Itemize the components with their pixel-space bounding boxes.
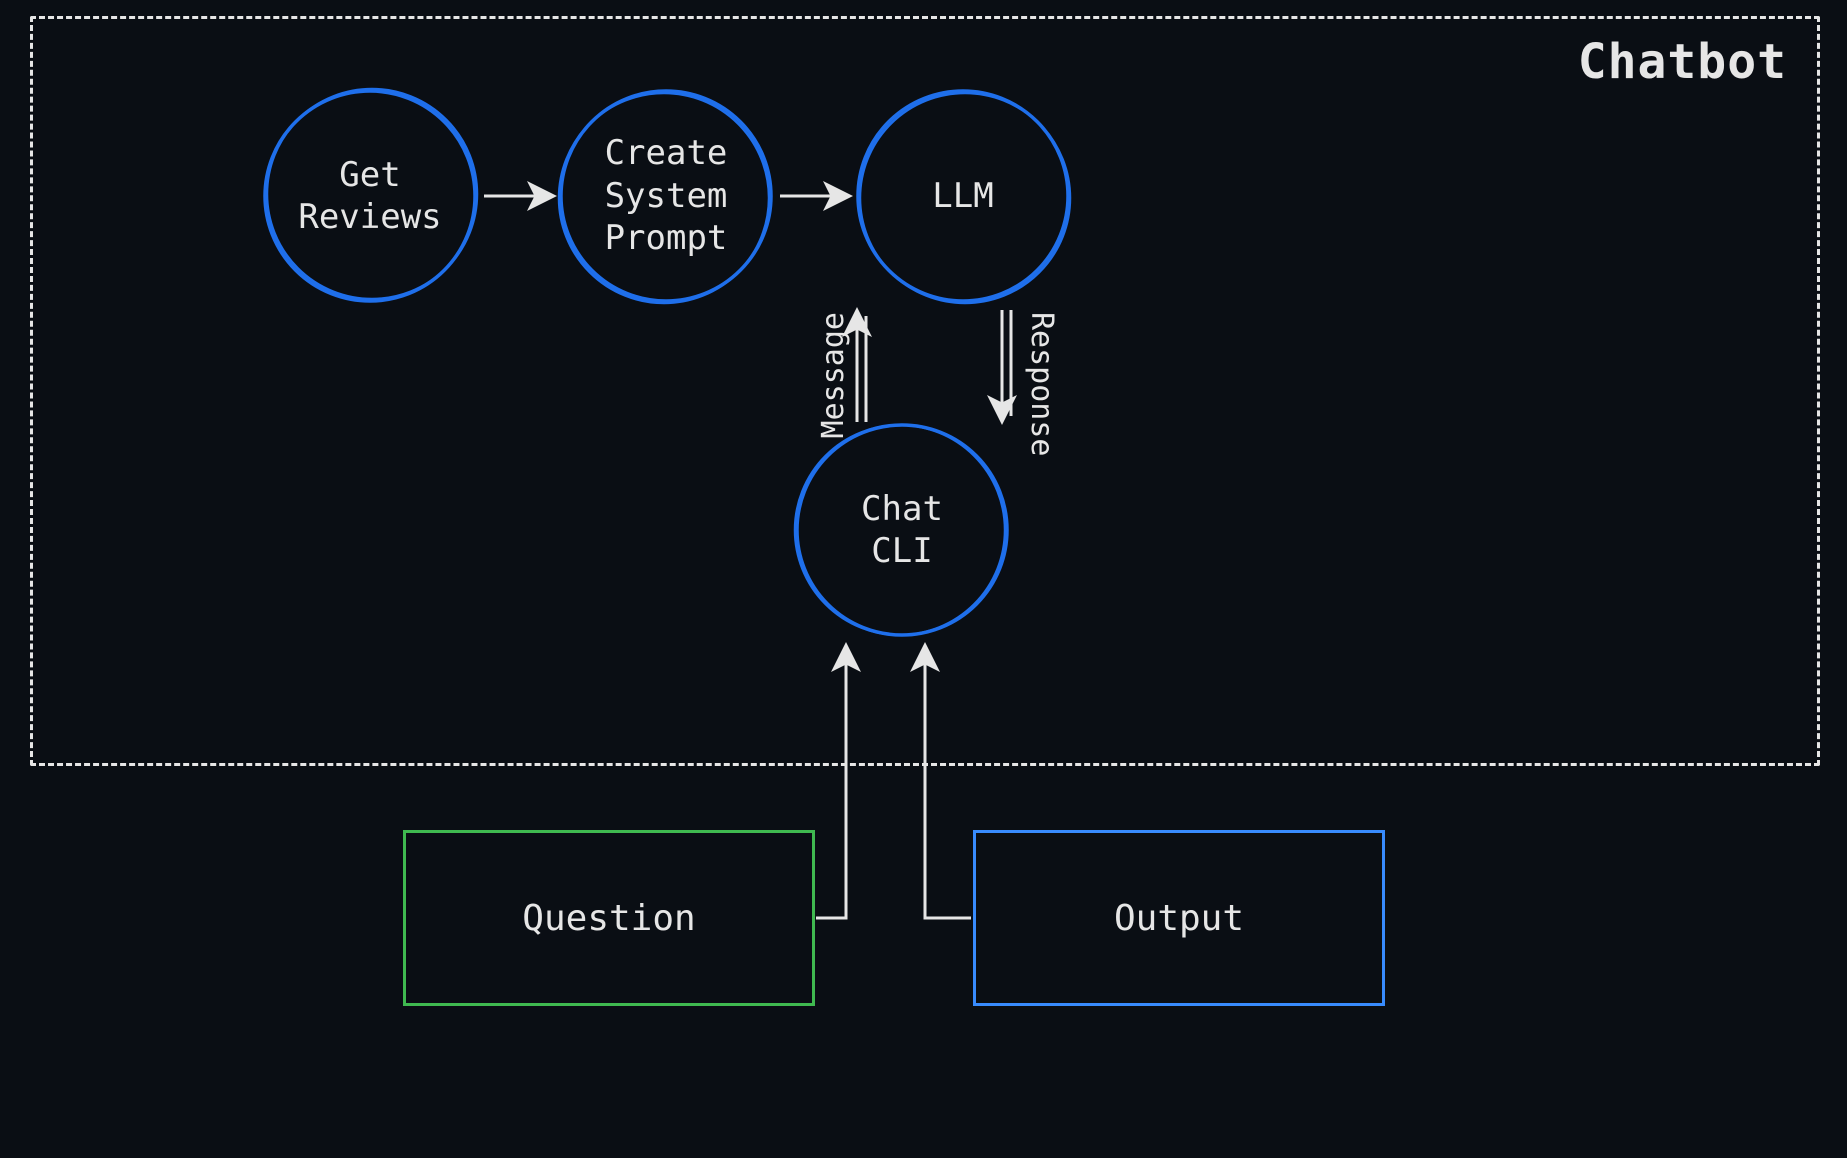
box-label: Output (1114, 898, 1244, 939)
node-llm: LLM (853, 86, 1073, 306)
node-label: Chat CLI (861, 488, 943, 573)
node-chat-cli: Chat CLI (792, 420, 1012, 640)
diagram-canvas: Chatbot Get Reviews Create System Prompt… (0, 0, 1847, 1158)
edge-label-message: Message (816, 312, 851, 438)
box-output: Output (973, 830, 1385, 1006)
edge-label-response: Response (1024, 312, 1059, 457)
container-title: Chatbot (1578, 34, 1787, 90)
box-label: Question (522, 898, 695, 939)
node-create-system-prompt: Create System Prompt (556, 86, 776, 306)
node-label: Create System Prompt (605, 132, 728, 260)
node-label: Get Reviews (298, 154, 441, 239)
node-label: LLM (932, 175, 993, 218)
node-get-reviews: Get Reviews (260, 86, 480, 306)
box-question: Question (403, 830, 815, 1006)
